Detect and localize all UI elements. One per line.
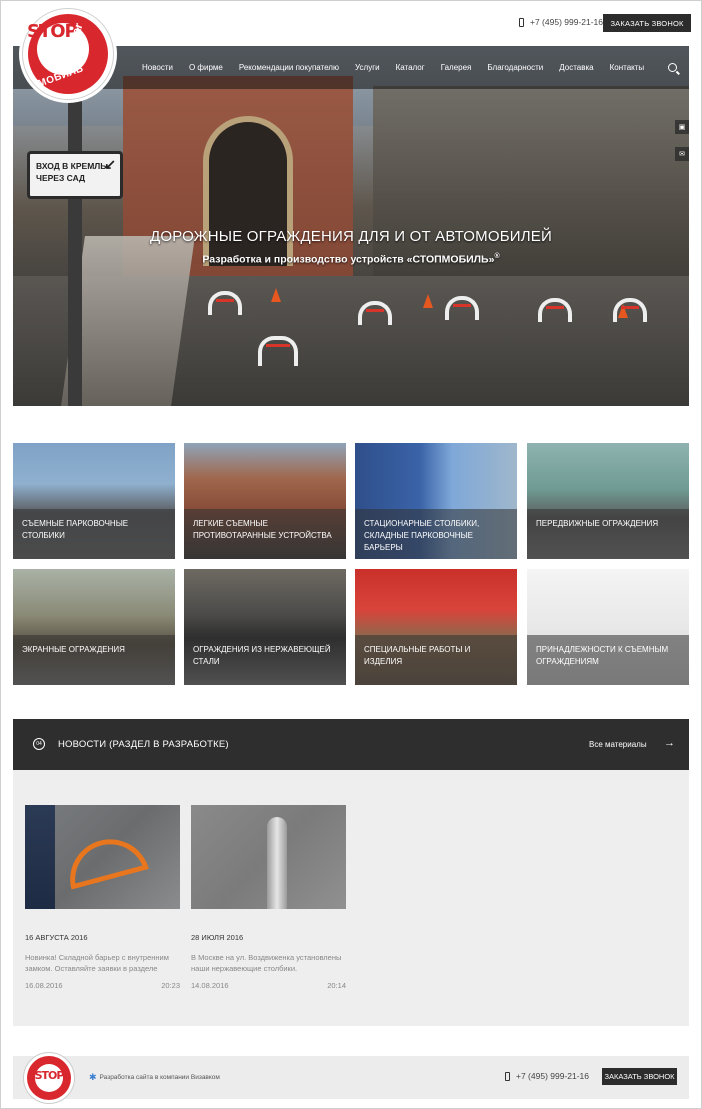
stainless-post-shape	[267, 817, 287, 909]
nav-item-news[interactable]: Новости	[134, 63, 181, 72]
news-text[interactable]: Новинка! Складной барьер с внутренним за…	[25, 953, 180, 975]
hero-street-sign: ВХОД В КРЕМЛЬ ЧЕРЕЗ САД ↙	[27, 151, 123, 199]
stopmobil-logo[interactable]: STOP car МОБИЛЬ	[22, 8, 114, 100]
catalog-tile-label: ОГРАЖДЕНИЯ ИЗ НЕРЖАВЕЮЩЕЙ СТАЛИ	[184, 635, 346, 685]
catalog-tile-stainless[interactable]: ОГРАЖДЕНИЯ ИЗ НЕРЖАВЕЮЩЕЙ СТАЛИ	[184, 569, 346, 685]
logo-stop-text: STOP	[27, 21, 78, 42]
hero-banner: ВХОД В КРЕМЛЬ ЧЕРЕЗ САД ↙ Новости О фирм…	[13, 46, 689, 406]
main-nav: Новости О фирме Рекомендации покупателю …	[134, 46, 652, 89]
parking-barrier	[258, 336, 298, 366]
traffic-cone	[271, 288, 281, 302]
hero-subtitle-text: Разработка и производство устройств «СТО…	[202, 253, 495, 266]
developer-credit-text[interactable]: Разработка сайта в компании Визавком	[100, 1074, 220, 1081]
catalog-tile-stationary[interactable]: СТАЦИОНАРНЫЕ СТОЛБИКИ, СКЛАДНЫЕ ПАРКОВОЧ…	[355, 443, 517, 559]
catalog-tile-label: ПЕРЕДВИЖНЫЕ ОГРАЖДЕНИЯ	[527, 509, 689, 559]
arrow-right-icon[interactable]: →	[664, 737, 675, 749]
news-card: 28 ИЮЛЯ 2016 В Москве на ул. Воздвиженка…	[191, 805, 346, 990]
news-date: 28 ИЮЛЯ 2016	[191, 933, 244, 942]
hero-subtitle: Разработка и производство устройств «СТО…	[13, 253, 689, 266]
catalog-tile-label: СПЕЦИАЛЬНЫЕ РАБОТЫ И ИЗДЕЛИЯ	[355, 635, 517, 685]
parking-barrier	[358, 301, 392, 325]
nav-item-gallery[interactable]: Галерея	[433, 63, 480, 72]
catalog-tile-special[interactable]: СПЕЦИАЛЬНЫЕ РАБОТЫ И ИЗДЕЛИЯ	[355, 569, 517, 685]
catalog-tile-screen[interactable]: ЭКРАННЫЕ ОГРАЖДЕНИЯ	[13, 569, 175, 685]
footer-phone[interactable]: +7 (495) 999-21-16	[505, 1071, 589, 1081]
catalog-tile-label: ЭКРАННЫЕ ОГРАЖДЕНИЯ	[13, 635, 175, 685]
nav-item-thanks[interactable]: Благодарности	[479, 63, 551, 72]
sign-line-2: ЧЕРЕЗ САД	[36, 173, 86, 183]
footer-logo-text: STOP	[34, 1069, 65, 1082]
footer-request-call-button[interactable]: ЗАКАЗАТЬ ЗВОНОК	[602, 1068, 677, 1085]
sign-line-1: ВХОД В КРЕМЛЬ	[36, 161, 107, 171]
search-icon[interactable]	[668, 63, 677, 72]
catalog-tile-accessories[interactable]: ПРИНАДЛЕЖНОСТИ К СЪЕМНЫМ ОГРАЖДЕНИЯМ	[527, 569, 689, 685]
catalog-tile-label: СЪЕМНЫЕ ПАРКОВОЧНЫЕ СТОЛБИКИ	[13, 509, 175, 559]
news-list: 16 АВГУСТА 2016 Новинка! Складной барьер…	[13, 770, 689, 1026]
news-published-date: 14.08.2016	[191, 981, 229, 990]
news-image[interactable]	[25, 805, 180, 909]
nav-item-services[interactable]: Услуги	[347, 63, 388, 72]
news-published-date: 16.08.2016	[25, 981, 63, 990]
footer-phone-number[interactable]: +7 (495) 999-21-16	[516, 1071, 589, 1081]
catalog-tile-label: ЛЕГКИЕ СЪЕМНЫЕ ПРОТИВОТАРАННЫЕ УСТРОЙСТВ…	[184, 509, 346, 559]
news-meta: 14.08.2016 20:14	[191, 981, 346, 990]
parking-barrier	[613, 298, 647, 322]
news-text[interactable]: В Москве на ул. Воздвиженка установлены …	[191, 953, 346, 975]
hero-title: ДОРОЖНЫЕ ОГРАЖДЕНИЯ ДЛЯ И ОТ АВТОМОБИЛЕЙ	[150, 228, 552, 245]
developer-credit[interactable]: ✱ Разработка сайта в компании Визавком	[89, 1072, 220, 1083]
request-call-button[interactable]: ЗАКАЗАТЬ ЗВОНОК	[603, 14, 691, 32]
top-bar: +7 (495) 999-21-16 ЗАКАЗАТЬ ЗВОНОК	[14, 0, 691, 46]
phone-icon	[505, 1071, 510, 1081]
parking-barrier	[445, 296, 479, 320]
nav-item-delivery[interactable]: Доставка	[551, 63, 601, 72]
gear-icon: ✱	[89, 1072, 97, 1082]
catalog-tile-removable-posts[interactable]: СЪЕМНЫЕ ПАРКОВОЧНЫЕ СТОЛБИКИ	[13, 443, 175, 559]
news-image[interactable]	[191, 805, 346, 909]
hero-sign-pole	[68, 96, 82, 406]
nav-item-catalog[interactable]: Каталог	[388, 63, 433, 72]
news-published-time: 20:23	[161, 981, 180, 990]
cart-icon[interactable]: ▣	[675, 120, 689, 134]
calendar-icon: 04	[33, 738, 45, 750]
news-date: 16 АВГУСТА 2016	[25, 933, 88, 942]
parking-barrier	[538, 298, 572, 322]
sign-arrow-icon: ↙	[104, 156, 116, 172]
news-section-title: НОВОСТИ (РАЗДЕЛ В РАЗРАБОТКЕ)	[58, 739, 229, 750]
mail-icon[interactable]: ✉	[675, 147, 689, 161]
nav-item-contacts[interactable]: Контакты	[602, 63, 653, 72]
header-phone[interactable]: +7 (495) 999-21-16	[519, 17, 603, 27]
all-materials-link[interactable]: Все материалы	[589, 740, 647, 749]
nav-item-recommendations[interactable]: Рекомендации покупателю	[231, 63, 347, 72]
registered-mark: ®	[494, 253, 500, 260]
phone-icon	[519, 17, 524, 27]
news-published-time: 20:14	[327, 981, 346, 990]
catalog-tile-anti-ram[interactable]: ЛЕГКИЕ СЪЕМНЫЕ ПРОТИВОТАРАННЫЕ УСТРОЙСТВ…	[184, 443, 346, 559]
news-header: 04 НОВОСТИ (РАЗДЕЛ В РАЗРАБОТКЕ) Все мат…	[13, 719, 689, 770]
footer-logo[interactable]: STOP	[23, 1052, 75, 1104]
footer: STOP ✱ Разработка сайта в компании Визав…	[13, 1052, 689, 1104]
news-card: 16 АВГУСТА 2016 Новинка! Складной барьер…	[25, 805, 180, 990]
folding-barrier-shape	[61, 830, 149, 890]
catalog-tile-mobile[interactable]: ПЕРЕДВИЖНЫЕ ОГРАЖДЕНИЯ	[527, 443, 689, 559]
catalog-tile-label: СТАЦИОНАРНЫЕ СТОЛБИКИ, СКЛАДНЫЕ ПАРКОВОЧ…	[355, 509, 517, 559]
person-legs-shape	[25, 805, 55, 909]
news-meta: 16.08.2016 20:23	[25, 981, 180, 990]
traffic-cone	[423, 294, 433, 308]
parking-barrier	[208, 291, 242, 315]
nav-item-about[interactable]: О фирме	[181, 63, 231, 72]
catalog-grid: СЪЕМНЫЕ ПАРКОВОЧНЫЕ СТОЛБИКИ ЛЕГКИЕ СЪЕМ…	[13, 443, 689, 685]
catalog-tile-label: ПРИНАДЛЕЖНОСТИ К СЪЕМНЫМ ОГРАЖДЕНИЯМ	[527, 635, 689, 685]
header-phone-number[interactable]: +7 (495) 999-21-16	[530, 17, 603, 27]
